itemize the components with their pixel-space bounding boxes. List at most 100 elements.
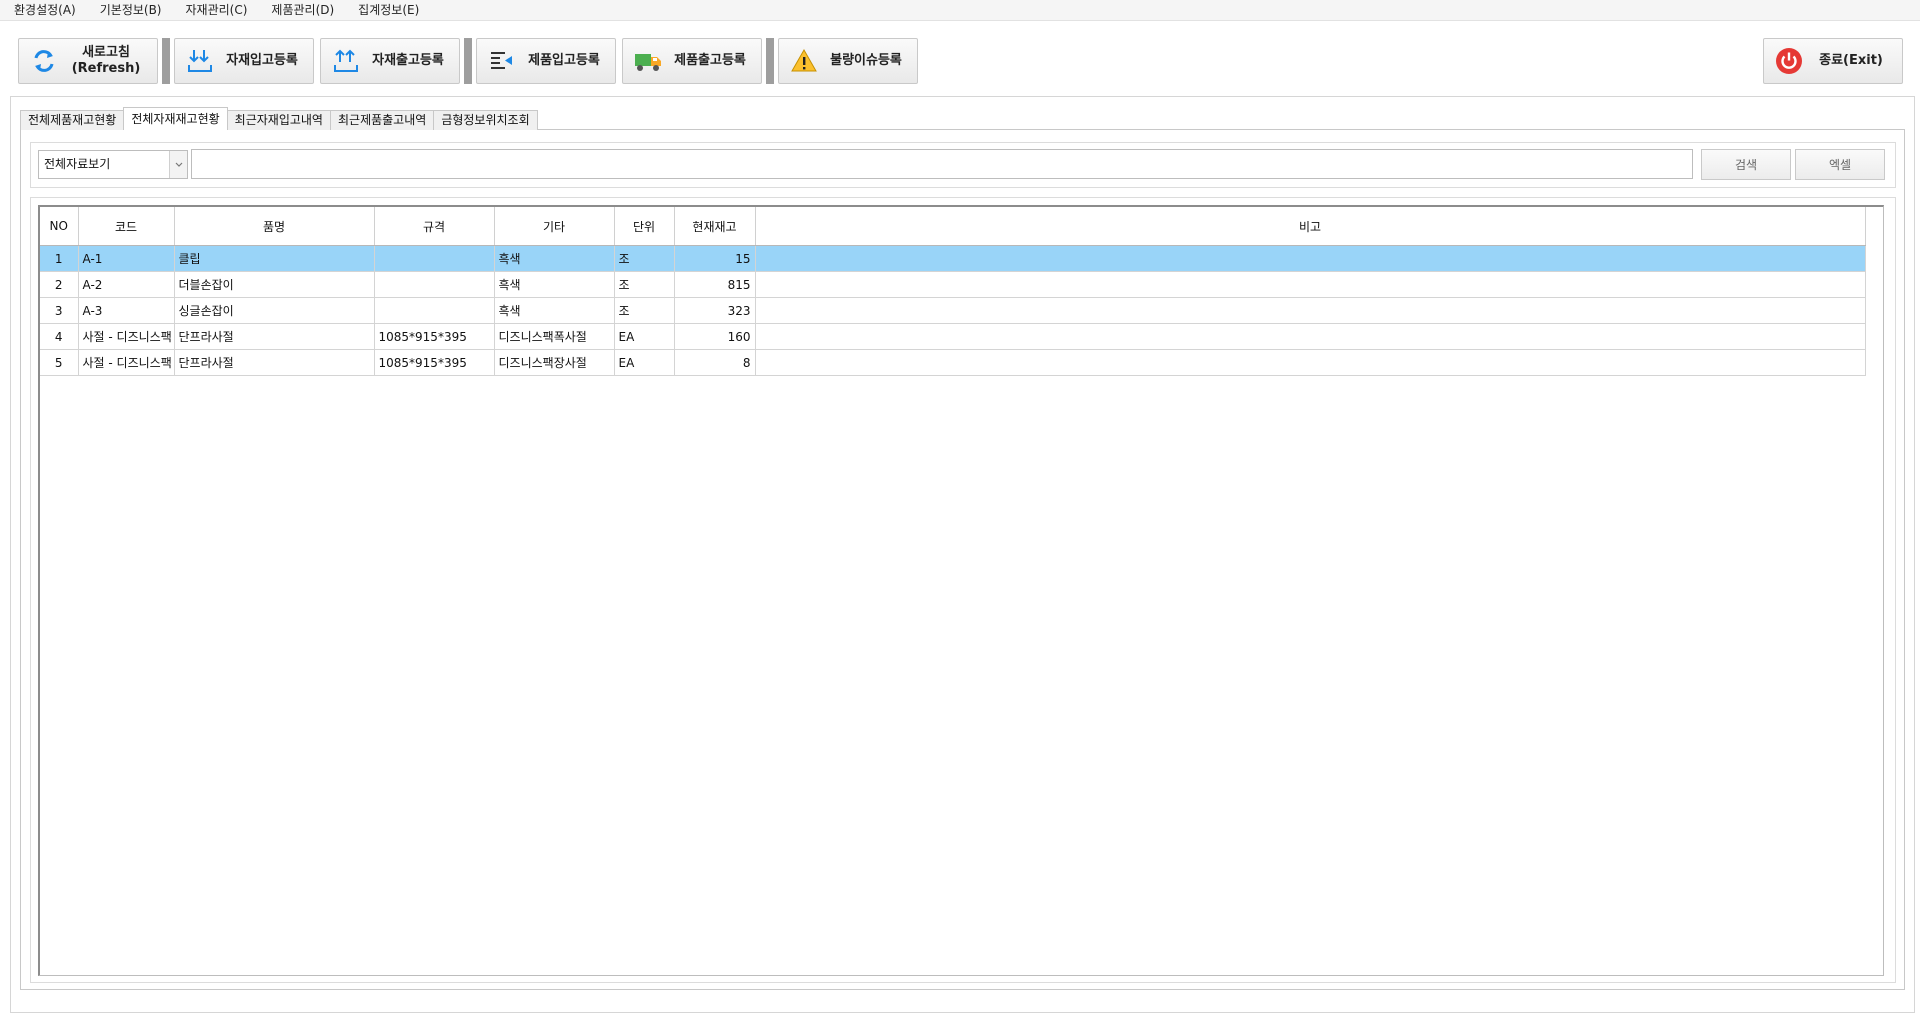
search-button[interactable]: 검색 [1701,149,1791,180]
stock-grid[interactable]: NO 코드 품명 규격 기타 단위 현재재고 비고 1 A-1 클립 흑색 조 … [38,205,1884,976]
toolbar-separator [766,38,774,84]
cell-unit: 조 [614,245,675,272]
filter-combo[interactable]: 전체자료보기 [38,150,188,179]
cell-code: A-3 [78,297,175,324]
cell-note [755,271,1866,298]
cell-no: 5 [40,349,79,376]
cell-unit: 조 [614,271,675,298]
cell-etc: 흑색 [494,245,615,272]
col-header-unit[interactable]: 단위 [614,207,675,246]
refresh-button[interactable]: 새로고침 (Refresh) [18,38,158,84]
col-header-name[interactable]: 품명 [174,207,375,246]
table-row[interactable]: 5 사절 - 디즈니스팩 단프라사절 1085*915*395 디즈니스팩장사절… [40,349,1866,376]
power-icon [1772,44,1806,78]
tab-product-stock[interactable]: 전체제품재고현황 [20,110,125,130]
tab-mold-location[interactable]: 금형정보위치조회 [433,110,538,130]
cell-spec: 1085*915*395 [374,349,495,376]
material-out-button[interactable]: 자재출고등록 [320,38,460,84]
table-row[interactable]: 1 A-1 클립 흑색 조 15 [40,245,1866,272]
refresh-sublabel: (Refresh) [71,61,141,76]
col-header-etc[interactable]: 기타 [494,207,615,246]
cell-spec [374,271,495,298]
cell-no: 3 [40,297,79,324]
cell-code: 사절 - 디즈니스팩 [78,349,175,376]
cell-note [755,323,1866,350]
cell-spec [374,245,495,272]
material-in-button[interactable]: 자재입고등록 [174,38,314,84]
col-header-qty[interactable]: 현재재고 [674,207,756,246]
tab-recent-product-out[interactable]: 최근제품출고내역 [329,110,435,130]
defect-button[interactable]: 불량이슈등록 [778,38,918,84]
table-row[interactable]: 4 사절 - 디즈니스팩 단프라사절 1085*915*395 디즈니스팩폭사절… [40,323,1866,350]
menu-product[interactable]: 제품관리(D) [257,0,344,20]
toolbar: 새로고침 (Refresh) 자재입고등록 자재출고등록 제품입고등록 제품출고… [0,22,1915,94]
cell-etc: 흑색 [494,271,615,298]
cell-note [755,245,1866,272]
material-out-label: 자재출고등록 [372,53,444,68]
refresh-icon [27,44,61,78]
cell-qty: 8 [674,349,756,376]
exit-label: 종료(Exit) [1819,53,1883,68]
cell-no: 2 [40,271,79,298]
cell-unit: 조 [614,297,675,324]
cell-qty: 815 [674,271,756,298]
col-header-no[interactable]: NO [40,207,79,246]
cell-unit: EA [614,323,675,350]
menu-summary[interactable]: 집계정보(E) [344,0,429,20]
refresh-label: 새로고침 [82,45,130,60]
exit-button[interactable]: 종료(Exit) [1763,38,1903,84]
cell-unit: EA [614,349,675,376]
cell-name: 더블손잡이 [174,271,375,298]
tab-material-stock[interactable]: 전체자재재고현황 [123,107,228,130]
cell-spec [374,297,495,324]
filter-combo-value: 전체자료보기 [44,157,111,171]
cell-etc: 디즈니스팩장사절 [494,349,615,376]
product-in-button[interactable]: 제품입고등록 [476,38,616,84]
product-in-label: 제품입고등록 [528,53,600,68]
cell-etc: 흑색 [494,297,615,324]
table-row[interactable]: 2 A-2 더블손잡이 흑색 조 815 [40,271,1866,298]
toolbar-separator [162,38,170,84]
cell-spec: 1085*915*395 [374,323,495,350]
product-out-button[interactable]: 제품출고등록 [622,38,762,84]
menu-settings[interactable]: 환경설정(A) [0,0,86,20]
cell-code: 사절 - 디즈니스팩 [78,323,175,350]
cell-no: 1 [40,245,79,272]
col-header-code[interactable]: 코드 [78,207,175,246]
material-out-icon [329,44,363,78]
search-input[interactable] [191,149,1693,179]
cell-name: 싱글손잡이 [174,297,375,324]
cell-name: 클립 [174,245,375,272]
product-in-icon [485,44,519,78]
cell-etc: 디즈니스팩폭사절 [494,323,615,350]
chevron-down-icon[interactable] [169,151,187,178]
cell-code: A-1 [78,245,175,272]
menu-basic-info[interactable]: 기본정보(B) [86,0,172,20]
cell-name: 단프라사절 [174,323,375,350]
truck-icon [631,44,665,78]
warning-icon [787,44,821,78]
cell-no: 4 [40,323,79,350]
cell-code: A-2 [78,271,175,298]
col-header-spec[interactable]: 규격 [374,207,495,246]
material-in-label: 자재입고등록 [226,53,298,68]
cell-qty: 15 [674,245,756,272]
cell-name: 단프라사절 [174,349,375,376]
tab-recent-material-in[interactable]: 최근자재입고내역 [226,110,331,130]
material-in-icon [183,44,217,78]
menu-bar: 환경설정(A) 기본정보(B) 자재관리(C) 제품관리(D) 집계정보(E) [0,0,1920,21]
cell-qty: 160 [674,323,756,350]
defect-label: 불량이슈등록 [830,53,902,68]
col-header-note[interactable]: 비고 [755,207,1866,246]
excel-button[interactable]: 엑셀 [1795,149,1885,180]
toolbar-separator [464,38,472,84]
product-out-label: 제품출고등록 [674,53,746,68]
cell-note [755,297,1866,324]
table-row[interactable]: 3 A-3 싱글손잡이 흑색 조 323 [40,297,1866,324]
tab-strip: 전체제품재고현황 전체자재재고현황 최근자재입고내역 최근제품출고내역 금형정보… [20,107,538,130]
menu-material[interactable]: 자재관리(C) [172,0,258,20]
cell-note [755,349,1866,376]
stock-table: NO 코드 품명 규격 기타 단위 현재재고 비고 1 A-1 클립 흑색 조 … [40,207,1866,376]
table-header-row: NO 코드 품명 규격 기타 단위 현재재고 비고 [40,207,1866,246]
cell-qty: 323 [674,297,756,324]
